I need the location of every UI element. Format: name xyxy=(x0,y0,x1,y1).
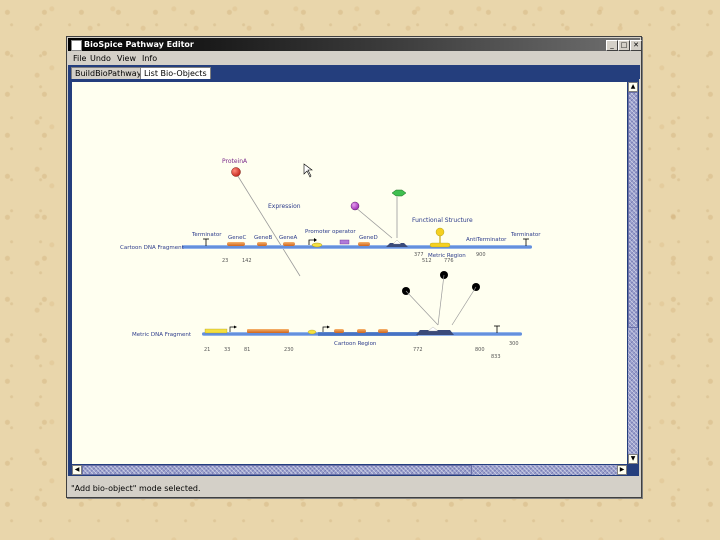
gene-a-icon xyxy=(283,242,295,246)
cartoon-fragment-label: Cartoon DNA Fragment xyxy=(120,245,185,251)
protein-a-label: ProteinA xyxy=(222,158,248,165)
pos-512: 512 xyxy=(422,258,432,264)
pos-23: 23 xyxy=(222,258,228,264)
pos-230: 230 xyxy=(284,347,294,353)
pos-33: 33 xyxy=(224,347,230,353)
pos-300: 300 xyxy=(509,341,519,347)
metric-fragment-label: Metric DNA Fragment xyxy=(132,332,192,338)
maximize-button[interactable]: □ xyxy=(618,40,630,51)
tab-list-bio-objects[interactable]: List Bio-Objects xyxy=(140,67,211,79)
ligand-icon xyxy=(350,201,360,211)
gene-d-label: GeneD xyxy=(359,235,378,241)
gene-c-icon xyxy=(227,242,245,246)
pos-21: 21 xyxy=(204,347,210,353)
window-title: BioSpice Pathway Editor xyxy=(84,40,194,49)
canvas-frame: ProteinA Expression Functional Structure… xyxy=(68,79,639,476)
cartoon-region-label: Cartoon Region xyxy=(334,341,377,347)
pos-772: 772 xyxy=(413,347,423,353)
promoter-icon xyxy=(311,242,323,248)
metric-promoter-icon xyxy=(307,329,317,335)
gene-a-label: GeneA xyxy=(279,235,298,241)
horizontal-scrollbar[interactable]: ◀ ▶ xyxy=(72,465,627,475)
metric-gene-icon xyxy=(247,329,289,333)
binding-link xyxy=(354,206,393,239)
functional-structure-base-icon xyxy=(429,242,451,248)
scroll-right-icon[interactable]: ▶ xyxy=(617,465,627,475)
menu-undo[interactable]: Undo xyxy=(90,52,111,65)
vertical-scrollbar[interactable]: ▲ ▼ xyxy=(628,82,638,464)
menu-view[interactable]: View xyxy=(117,52,136,65)
functional-structure-icon xyxy=(435,227,445,237)
expression-label: Expression xyxy=(268,203,301,210)
pos-142: 142 xyxy=(242,258,252,264)
gene-d-icon xyxy=(358,242,370,246)
menu-info[interactable]: Info xyxy=(142,52,157,65)
terminator-right-label: Terminator xyxy=(510,232,541,238)
mouse-cursor-icon xyxy=(303,163,313,178)
pos-800: 800 xyxy=(475,347,485,353)
scroll-down-icon[interactable]: ▼ xyxy=(628,454,638,464)
minimize-button[interactable]: _ xyxy=(606,40,618,51)
horizontal-scroll-thumb[interactable] xyxy=(82,465,472,475)
complex-icon xyxy=(391,189,407,197)
functional-structure-label: Functional Structure xyxy=(412,217,473,224)
scroll-left-icon[interactable]: ◀ xyxy=(72,465,82,475)
metric-gene-icon xyxy=(357,329,366,333)
status-bar: "Add bio-object" mode selected. xyxy=(71,484,201,493)
menu-bar: File Undo View Info xyxy=(68,52,640,65)
gene-b-icon xyxy=(257,242,267,246)
pathway-diagram: ProteinA Expression Functional Structure… xyxy=(120,158,541,360)
pos-776: 776 xyxy=(444,258,454,264)
close-button[interactable]: ✕ xyxy=(630,40,642,51)
menu-file[interactable]: File xyxy=(73,52,86,65)
tab-build-bio-pathway[interactable]: BuildBioPathway xyxy=(71,67,146,79)
pos-833: 833 xyxy=(491,354,501,360)
metric-promoter-arrow-icon xyxy=(229,326,234,332)
protein-a-icon xyxy=(231,167,241,177)
pathway-canvas[interactable]: ProteinA Expression Functional Structure… xyxy=(72,82,627,464)
pathway-editor-window: BioSpice Pathway Editor _ □ ✕ File Undo … xyxy=(66,36,642,498)
metric-promoter-icon xyxy=(204,328,228,334)
pos-900: 900 xyxy=(476,252,486,258)
pos-81: 81 xyxy=(244,347,250,353)
promoter-operator-label: Promoter operator xyxy=(305,229,356,235)
scroll-up-icon[interactable]: ▲ xyxy=(628,82,638,92)
anti-terminator-label: AntiTerminator xyxy=(466,237,507,243)
title-bar[interactable]: BioSpice Pathway Editor _ □ ✕ xyxy=(68,38,642,51)
vertical-scroll-thumb[interactable] xyxy=(628,92,638,328)
app-icon xyxy=(71,40,82,51)
gene-c-label: GeneC xyxy=(228,235,247,241)
terminator-left-label: Terminator xyxy=(191,232,222,238)
gene-b-label: GeneB xyxy=(254,235,273,241)
metric-gene-icon xyxy=(378,329,388,333)
metric-promoter-arrow-icon xyxy=(322,326,327,332)
metric-gene-icon xyxy=(334,329,344,333)
tab-strip: BuildBioPathway List Bio-Objects xyxy=(68,65,640,79)
cartoon-region-band xyxy=(318,332,418,336)
operator-icon xyxy=(339,239,350,245)
